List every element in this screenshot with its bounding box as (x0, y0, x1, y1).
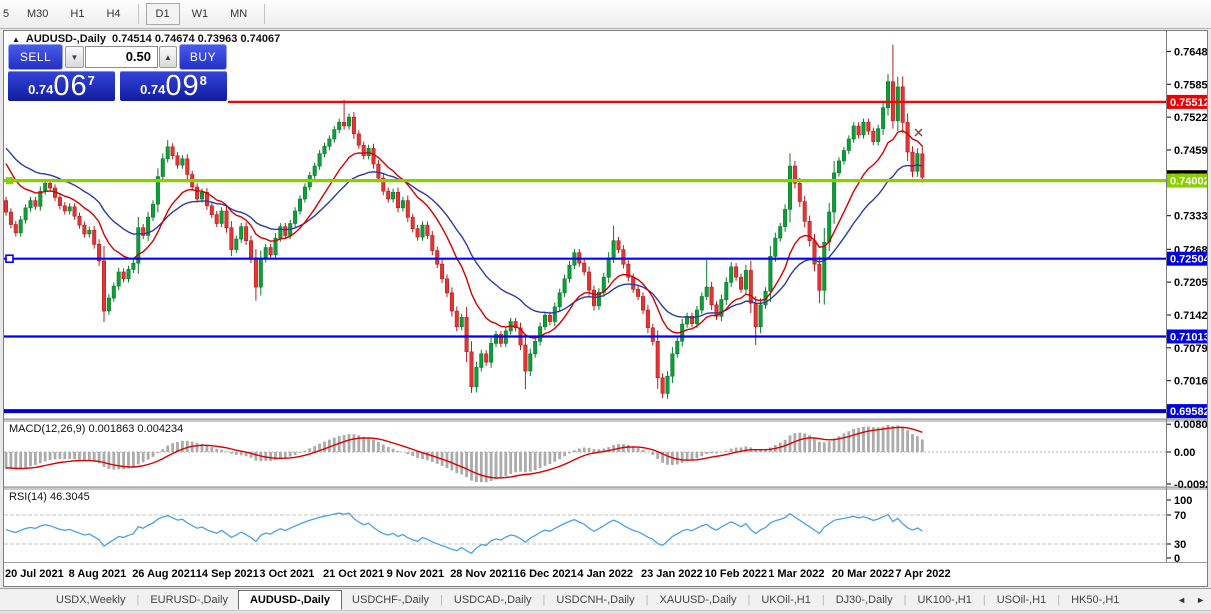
price-axis-label: 0.73330 (1174, 211, 1207, 223)
rsi-line (6, 513, 922, 553)
chart-window: 0.764800.758500.752200.745900.733300.726… (3, 30, 1208, 587)
price-badge-label: 0.75512 (1170, 97, 1207, 109)
rsi-axis-label: 30 (1174, 539, 1186, 551)
macd-axis-label: 0.00 (1174, 447, 1195, 459)
one-click-trade-panel: SELL ▼ 0.50 ▲ BUY 0.74 06 7 0.74 09 8 (8, 44, 227, 101)
price-badge-label: 0.72504 (1170, 254, 1207, 266)
timeframe-button-mn[interactable]: MN (220, 3, 257, 25)
sell-price-pips: 06 (53, 73, 87, 100)
price-badge-label: 0.74002 (1170, 176, 1207, 188)
chart-tab-hk50-h1[interactable]: HK50-,H1 (1061, 591, 1129, 609)
date-axis-label: 1 Mar 2022 (768, 568, 824, 580)
price-axis-label: 0.70795 (1174, 343, 1207, 355)
chart-tab-usoil-h1[interactable]: USOil-,H1 (987, 591, 1057, 609)
buy-price-prefix: 0.74 (140, 82, 165, 100)
toolbar-separator (264, 4, 265, 24)
timeframe-button-h1[interactable]: H1 (60, 3, 94, 25)
rsi-axis-label: 0 (1174, 553, 1180, 565)
date-axis-label: 28 Nov 2021 (450, 568, 514, 580)
sell-price-point: 7 (88, 72, 95, 88)
chart-tab-dj30-daily[interactable]: DJ30-,Daily (826, 591, 903, 609)
chart-tab-usdcad-daily[interactable]: USDCAD-,Daily (444, 591, 542, 609)
price-chart-canvas[interactable]: 0.764800.758500.752200.745900.733300.726… (4, 31, 1207, 586)
timeframe-button-w1[interactable]: W1 (182, 3, 219, 25)
chart-tab-usdx-weekly[interactable]: USDX,Weekly (46, 591, 135, 609)
chart-tab-bar: USDX,Weekly|EURUSD-,DailyAUDUSD-,DailyUS… (0, 588, 1211, 611)
tabs-scroll-right-button[interactable]: ► (1196, 595, 1205, 605)
mt4-terminal: { "toolbar": { "timeframes": ["5","M30",… (0, 0, 1211, 614)
macd-indicator-label: MACD(12,26,9) 0.001863 0.004234 (9, 423, 183, 435)
chart-tab-xauusd-daily[interactable]: XAUUSD-,Daily (649, 591, 746, 609)
cross-marker (915, 129, 922, 136)
price-axis-label: 0.71425 (1174, 310, 1207, 322)
date-axis-label: 9 Nov 2021 (387, 568, 444, 580)
timeframe-button-h4[interactable]: H4 (96, 3, 130, 25)
date-axis-label: 26 Aug 2021 (132, 568, 196, 580)
date-axis-label: 7 Apr 2022 (895, 568, 950, 580)
rsi-axis-label: 100 (1174, 495, 1192, 507)
date-axis-label: 10 Feb 2022 (705, 568, 767, 580)
line-anchor-marker[interactable] (6, 255, 13, 262)
timeframe-button-d1[interactable]: D1 (146, 3, 180, 25)
chart-tab-uk100-h1[interactable]: UK100-,H1 (907, 591, 981, 609)
volume-input[interactable]: 0.50 (85, 46, 158, 68)
timeframe-button-5[interactable]: 5 (1, 3, 15, 25)
price-axis-label: 0.75850 (1174, 79, 1207, 91)
chart-tab-ukoil-h1[interactable]: UKOil-,H1 (751, 591, 821, 609)
rsi-axis-label: 70 (1174, 510, 1186, 522)
date-axis-label: 20 Mar 2022 (832, 568, 894, 580)
date-axis-label: 4 Jan 2022 (577, 568, 633, 580)
price-axis-label: 0.76480 (1174, 46, 1207, 58)
price-badge-label: 0.71013 (1170, 332, 1207, 344)
price-badge-label: 0.69582 (1170, 406, 1207, 418)
timeframe-toolbar: 5M30H1H4 D1W1MN (0, 0, 1211, 29)
date-axis-label: 20 Jul 2021 (5, 568, 64, 580)
date-axis-label: 16 Dec 2021 (514, 568, 577, 580)
rsi-indicator-label: RSI(14) 46.3045 (9, 491, 90, 503)
date-axis-label: 23 Jan 2022 (641, 568, 703, 580)
price-axis-label: 0.75220 (1174, 112, 1207, 124)
tabs-scroll-left-button[interactable]: ◄ (1177, 595, 1186, 605)
chart-tab-audusd-daily[interactable]: AUDUSD-,Daily (238, 590, 342, 610)
date-axis-label: 8 Aug 2021 (69, 568, 127, 580)
buy-price-display[interactable]: 0.74 09 8 (120, 71, 227, 101)
date-axis-label: 21 Oct 2021 (323, 568, 384, 580)
timeframe-button-m30[interactable]: M30 (17, 3, 58, 25)
chart-shift-icon: ▲ (12, 35, 20, 44)
macd-axis-label: -0.009286 (1174, 479, 1207, 491)
buy-price-point: 8 (200, 72, 207, 88)
sell-price-prefix: 0.74 (28, 82, 53, 100)
chart-tab-usdchf-daily[interactable]: USDCHF-,Daily (342, 591, 439, 609)
tab-scroll-buttons: ◄► (1177, 595, 1205, 605)
line-anchor-marker[interactable] (6, 177, 13, 184)
volume-increase-button[interactable]: ▲ (159, 46, 177, 68)
price-axis-label: 0.72055 (1174, 277, 1207, 289)
sell-button[interactable]: SELL (8, 44, 63, 70)
chart-tab-usdcnh-daily[interactable]: USDCNH-,Daily (546, 591, 644, 609)
price-axis-label: 0.70165 (1174, 376, 1207, 388)
buy-button[interactable]: BUY (179, 44, 227, 70)
chart-tab-eurusd-daily[interactable]: EURUSD-,Daily (140, 591, 238, 609)
sell-price-display[interactable]: 0.74 06 7 (8, 71, 115, 101)
volume-decrease-button[interactable]: ▼ (65, 46, 84, 68)
buy-price-pips: 09 (165, 73, 199, 100)
date-axis-label: 14 Sep 2021 (196, 568, 259, 580)
macd-axis-label: 0.008061 (1174, 419, 1207, 431)
date-axis-label: 3 Oct 2021 (259, 568, 314, 580)
toolbar-separator (138, 4, 139, 24)
price-axis-label: 0.74590 (1174, 145, 1207, 157)
